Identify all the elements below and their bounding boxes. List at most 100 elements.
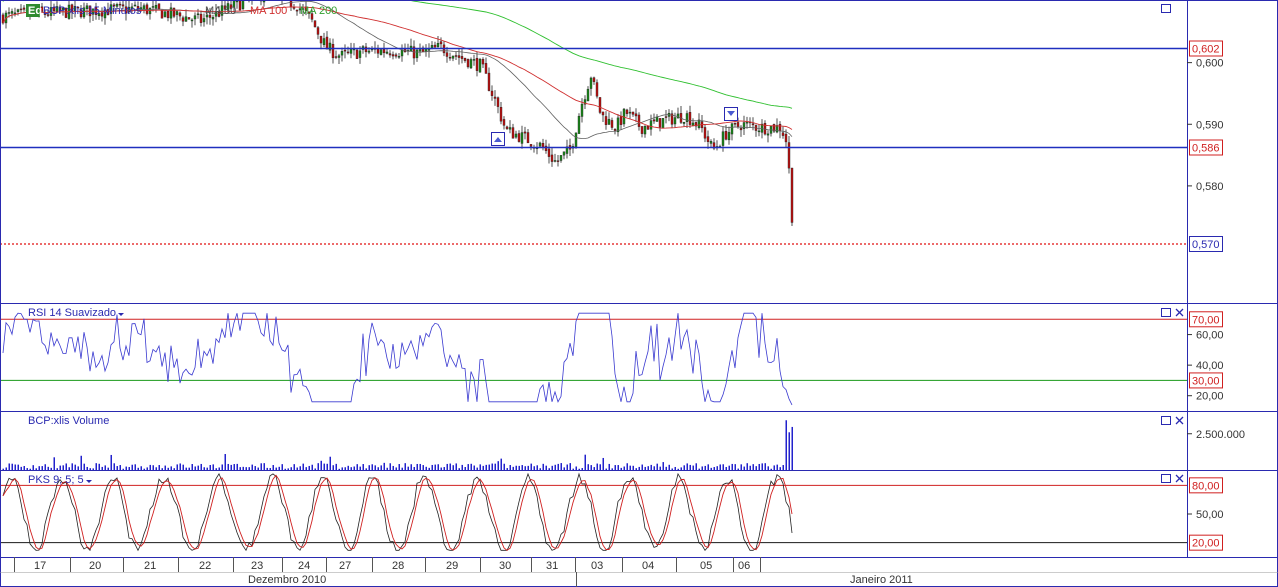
month-label: Dezembro 2010 [248, 574, 326, 586]
maximize-icon[interactable] [1161, 474, 1171, 483]
ma100-label[interactable]: MA 100 [250, 5, 287, 17]
volume-bar [116, 466, 118, 470]
volume-bar [23, 466, 25, 470]
candle-body [463, 57, 467, 61]
candle-body [475, 57, 479, 71]
volume-bar [293, 464, 295, 470]
candle-body [757, 130, 761, 133]
volume-bar [491, 463, 493, 470]
volume-bar [191, 464, 193, 470]
candle-body [682, 121, 686, 124]
ma200-label[interactable]: MA 200 [300, 5, 337, 17]
volume-bar [281, 464, 283, 470]
volume-bar [221, 464, 223, 470]
volume-bar [719, 464, 721, 470]
volume-bar [656, 463, 658, 470]
volume-bar [374, 465, 376, 470]
volume-bar [773, 465, 775, 470]
volume-title[interactable]: BCP:xlis Volume [28, 415, 109, 427]
candle-body [649, 120, 653, 130]
day-label: 27 [339, 560, 351, 572]
volume-bar [296, 467, 298, 470]
volume-bar [8, 463, 10, 470]
trading-chart[interactable]: 0,600 0,590 0,580 0,602 0,586 0,570 60,00 40,00… [0, 0, 1278, 587]
candle-body [367, 50, 371, 53]
volume-bar [728, 465, 730, 470]
candle-body [652, 119, 656, 122]
volume-bar [665, 466, 667, 470]
volume-bar [311, 464, 313, 470]
pks-title[interactable]: PKS 9; 5; 5 [28, 474, 84, 486]
candle-body [460, 56, 464, 59]
candle-body [775, 125, 779, 133]
volume-bar [185, 467, 187, 470]
volume-bar [473, 465, 475, 470]
candle-body [499, 107, 503, 122]
volume-bar [536, 465, 538, 470]
volume-bar [77, 466, 79, 470]
ma50-label[interactable]: MA 50 [205, 5, 236, 17]
price-tick-label: 0,580 [1196, 181, 1224, 193]
candle-body [574, 132, 578, 147]
volume-bar [53, 457, 55, 470]
volume-bar [737, 468, 739, 470]
maximize-icon[interactable] [1161, 416, 1171, 425]
volume-bar [500, 458, 502, 470]
rsi-title[interactable]: RSI 14 Suavizado [28, 307, 116, 319]
volume-bar [743, 466, 745, 470]
volume-bar [128, 467, 130, 470]
volume-bar [611, 468, 613, 470]
level-label: 0,570 [1192, 239, 1220, 251]
rsi-tick-label: 20,00 [1196, 391, 1224, 403]
level-label: 0,602 [1192, 44, 1220, 56]
candle-body [241, 1, 245, 9]
volume-bar [182, 464, 184, 470]
volume-bar [164, 465, 166, 470]
volume-bar [485, 464, 487, 470]
candle-body [589, 77, 593, 89]
volume-bar [497, 461, 499, 470]
volume-bar [632, 465, 634, 470]
candle-body [550, 154, 554, 162]
volume-bar [197, 465, 199, 470]
volume-bar [398, 464, 400, 470]
candle-body [658, 118, 662, 128]
volume-bar [320, 460, 322, 470]
candle-body [430, 45, 434, 48]
volume-bar [11, 463, 13, 470]
volume-bar [746, 463, 748, 470]
volume-bar [26, 468, 28, 470]
candle-body [736, 122, 740, 128]
volume-bar [695, 463, 697, 470]
volume-bar [290, 467, 292, 470]
volume-bar [506, 468, 508, 470]
volume-bar [629, 465, 631, 470]
volume-bar [731, 463, 733, 470]
volume-bar [785, 420, 787, 470]
volume-bar [635, 468, 637, 470]
candle-body [196, 13, 200, 16]
eq-badge: Eq [28, 5, 42, 17]
maximize-icon[interactable] [1161, 308, 1171, 317]
symbol-label[interactable]: BCP:xlis 15 Minutos [43, 5, 142, 17]
volume-bar [602, 457, 604, 470]
candle-body [445, 52, 449, 57]
candle-body [631, 111, 635, 115]
candle-body [577, 115, 581, 134]
volume-bar [623, 466, 625, 470]
volume-bar [239, 467, 241, 470]
volume-bar [86, 466, 88, 470]
candle-body [448, 57, 452, 59]
volume-bar [224, 454, 226, 470]
candle-body [181, 17, 185, 22]
volume-bar [722, 464, 724, 470]
volume-bar [206, 467, 208, 470]
maximize-icon[interactable] [1161, 4, 1171, 13]
volume-bar [278, 466, 280, 470]
rsi-level-label: 70,00 [1192, 314, 1220, 326]
volume-bar [701, 466, 703, 470]
volume-bar [758, 463, 760, 470]
volume-bar [404, 463, 406, 470]
candle-body [628, 111, 632, 114]
volume-bar [581, 468, 583, 470]
